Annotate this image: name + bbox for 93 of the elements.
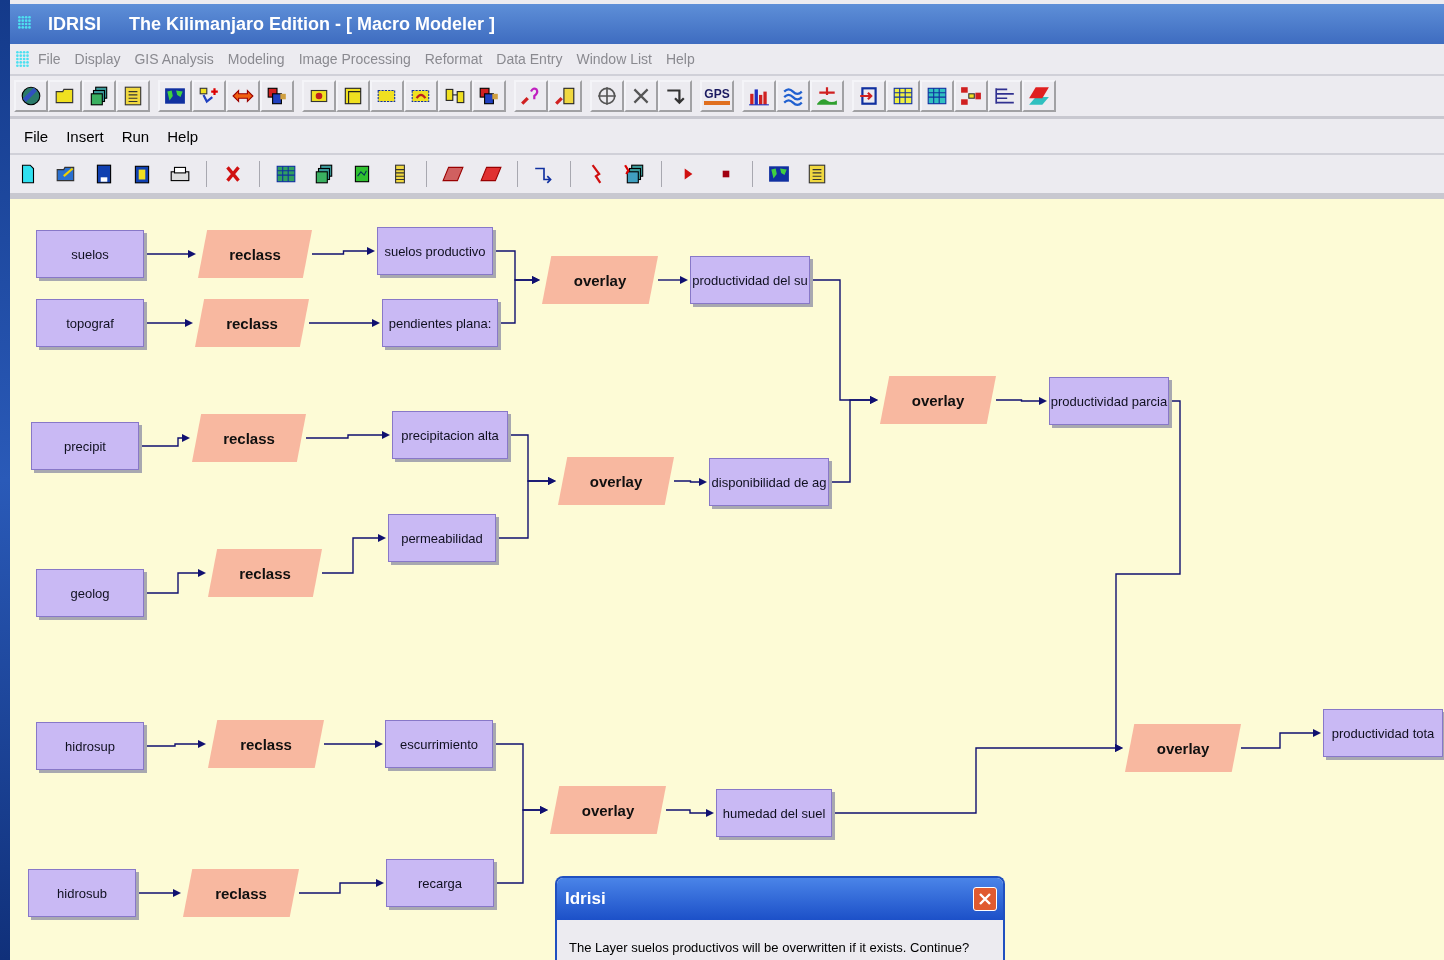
module-node[interactable]: reclass xyxy=(195,299,309,347)
menu-item[interactable]: Run xyxy=(121,127,150,145)
connector-arrow xyxy=(665,809,714,817)
connector-arrow xyxy=(323,740,383,748)
module-node[interactable]: reclass xyxy=(192,414,306,462)
layer-node[interactable]: recarga xyxy=(386,859,494,907)
layer-node[interactable]: geolog xyxy=(36,569,144,617)
connector-arrow xyxy=(308,319,380,327)
globe-icon xyxy=(20,85,42,107)
arrow-grid-icon xyxy=(554,85,576,107)
module-node[interactable]: reclass xyxy=(198,230,312,278)
toolbar-button[interactable] xyxy=(438,80,472,112)
toolbar-button[interactable] xyxy=(302,80,336,112)
module-node[interactable]: overlay xyxy=(558,457,674,505)
module-node[interactable]: overlay xyxy=(542,256,658,304)
stack-icon xyxy=(313,163,335,185)
menu-item[interactable]: File xyxy=(24,127,49,145)
layer-node[interactable]: precipitacion alta xyxy=(392,411,508,459)
grid-icon xyxy=(892,85,914,107)
gps-label: GPS xyxy=(704,87,730,105)
layer-node[interactable]: humedad del suel xyxy=(716,789,832,837)
menu-item[interactable]: Help xyxy=(167,127,199,145)
toolbar-button[interactable] xyxy=(158,80,192,112)
layer-node[interactable]: productividad del su xyxy=(690,256,810,304)
toolbar-button[interactable] xyxy=(624,80,658,112)
close-button[interactable] xyxy=(973,887,997,911)
layer-node[interactable]: topograf xyxy=(36,299,144,347)
toolbar-button[interactable] xyxy=(548,80,582,112)
stack-icon xyxy=(88,85,110,107)
toolbar-button[interactable] xyxy=(920,80,954,112)
toolbar-button[interactable] xyxy=(472,80,506,112)
crosshair-icon xyxy=(596,85,618,107)
toolbar-button[interactable] xyxy=(192,80,226,112)
toolbar-button[interactable] xyxy=(988,80,1022,112)
module-node[interactable]: overlay xyxy=(550,786,666,834)
layer-node[interactable]: productividad tota xyxy=(1323,709,1443,757)
toolbar-button[interactable] xyxy=(116,80,150,112)
toolbar-button[interactable] xyxy=(48,80,82,112)
toolbar-button[interactable] xyxy=(260,80,294,112)
toolbar-button[interactable]: GPS xyxy=(700,80,734,112)
lines-icon xyxy=(994,85,1016,107)
window-title: The Kilimanjaro Edition - [ Macro Modeler ] xyxy=(129,13,496,35)
toolbar-button[interactable] xyxy=(886,80,920,112)
dotted-logo-icon xyxy=(14,48,32,70)
module-node[interactable]: overlay xyxy=(1125,724,1241,772)
module-node[interactable]: overlay xyxy=(880,376,996,424)
zigzag-stack-icon xyxy=(624,163,646,185)
list-icon xyxy=(122,85,144,107)
dialog-title: Idrisi xyxy=(565,889,606,909)
module-node[interactable]: reclass xyxy=(208,549,322,597)
toolbar-button[interactable] xyxy=(590,80,624,112)
connector-arrow xyxy=(673,478,707,486)
toolbar-button[interactable] xyxy=(404,80,438,112)
layers-icon xyxy=(1028,85,1050,107)
world-map-icon xyxy=(768,163,790,185)
calculator-icon xyxy=(926,85,948,107)
boxes-icon xyxy=(478,85,500,107)
close-icon xyxy=(978,892,992,906)
world-map-icon xyxy=(164,85,186,107)
toolbar-button[interactable] xyxy=(226,80,260,112)
frame-icon xyxy=(342,85,364,107)
toolbar-button[interactable] xyxy=(82,80,116,112)
layer-node[interactable]: suelos productivo xyxy=(377,227,493,275)
app-name: IDRISI xyxy=(48,13,101,35)
toolbar-button[interactable] xyxy=(658,80,692,112)
toolbar-button[interactable] xyxy=(14,80,48,112)
menu-item[interactable]: Insert xyxy=(66,127,104,145)
toolbar-button[interactable] xyxy=(336,80,370,112)
toolbar-button[interactable] xyxy=(852,80,886,112)
toolbar-button[interactable] xyxy=(370,80,404,112)
layer-node[interactable]: permeabilidad xyxy=(388,514,496,562)
connector-arrow xyxy=(311,247,375,255)
waves-icon xyxy=(782,85,804,107)
layer-node[interactable]: escurrimiento xyxy=(385,720,493,768)
dialog-message: The Layer suelos productivos will be overwritten if it exists. Continue? xyxy=(569,940,970,955)
import-icon xyxy=(858,85,880,107)
module-node[interactable]: reclass xyxy=(183,869,299,917)
connector-arrow xyxy=(995,397,1047,405)
layer-node[interactable]: hidrosup xyxy=(36,722,144,770)
layer-node[interactable]: pendientes plana: xyxy=(382,299,498,347)
layer-node[interactable]: hidrosub xyxy=(28,869,136,917)
raster-grid-icon xyxy=(275,163,297,185)
layer-node[interactable]: disponibilidad de ag xyxy=(709,458,829,506)
connector-arrow xyxy=(657,276,688,284)
flow-diagram-icon xyxy=(960,85,982,107)
connector-arrow xyxy=(321,534,386,574)
layer-node[interactable]: precipit xyxy=(31,422,139,470)
list-icon xyxy=(806,163,828,185)
layer-node[interactable]: suelos xyxy=(36,230,144,278)
squares-icon xyxy=(266,85,288,107)
layer-node[interactable]: productividad parcia xyxy=(1049,377,1169,425)
toolbar-button[interactable] xyxy=(742,80,776,112)
module-node[interactable]: reclass xyxy=(208,720,324,768)
